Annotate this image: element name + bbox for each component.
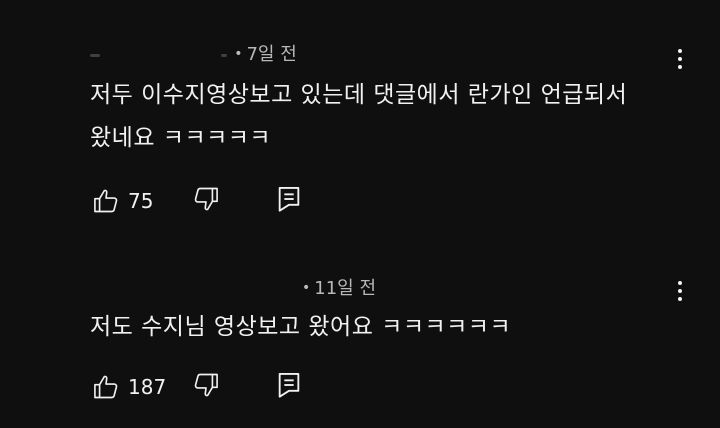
- dislike-button[interactable]: [192, 185, 220, 217]
- thumbs-down-icon: [194, 373, 218, 397]
- like-button[interactable]: 187: [92, 373, 192, 401]
- comment-text-line: 저도 수지님 영상보고 왔어요 ㅋㅋㅋㅋㅋㅋ: [90, 314, 512, 340]
- comment-text-line: 저두 이수지영상보고 있는데 댓글에서 란가인 언급되서: [90, 82, 628, 108]
- separator-dot: •: [302, 280, 311, 296]
- comment-time[interactable]: 7일 전: [246, 44, 296, 65]
- comment-text-line: 왔네요 ㅋㅋㅋㅋㅋ: [90, 125, 272, 151]
- more-actions-button[interactable]: [670, 276, 690, 306]
- like-count: 75: [128, 189, 154, 213]
- comment-time[interactable]: 11일 전: [314, 278, 376, 299]
- more-vert-icon: [678, 49, 682, 53]
- reply-icon: [278, 186, 300, 212]
- more-vert-icon: [678, 281, 682, 285]
- thumbs-up-icon: [94, 189, 118, 213]
- comments-panel: • 7일 전 저두 이수지영상보고 있는데 댓글에서 란가인 언급되서 왔네요 ㅋ…: [0, 0, 720, 428]
- separator-dot: •: [234, 46, 243, 62]
- like-count: 187: [128, 375, 167, 399]
- author-name-redacted: [220, 53, 227, 57]
- comment-text: 저두 이수지영상보고 있는데 댓글에서 란가인 언급되서 왔네요 ㅋㅋㅋㅋㅋ: [90, 74, 690, 160]
- reply-button[interactable]: [276, 185, 302, 217]
- like-button[interactable]: 75: [92, 187, 192, 215]
- reply-button[interactable]: [276, 371, 302, 403]
- reply-icon: [278, 372, 300, 398]
- comment-header: • 7일 전: [90, 40, 297, 65]
- comment-text: 저도 수지님 영상보고 왔어요 ㅋㅋㅋㅋㅋㅋ: [90, 306, 690, 349]
- thumbs-down-icon: [194, 187, 218, 211]
- author-name-redacted: [90, 53, 100, 57]
- comment-actions: 75: [92, 186, 302, 216]
- more-actions-button[interactable]: [670, 44, 690, 74]
- thumbs-up-icon: [94, 375, 118, 399]
- dislike-button[interactable]: [192, 371, 220, 403]
- comment-header: • 11일 전: [300, 274, 376, 299]
- comment-actions: 187: [92, 372, 302, 402]
